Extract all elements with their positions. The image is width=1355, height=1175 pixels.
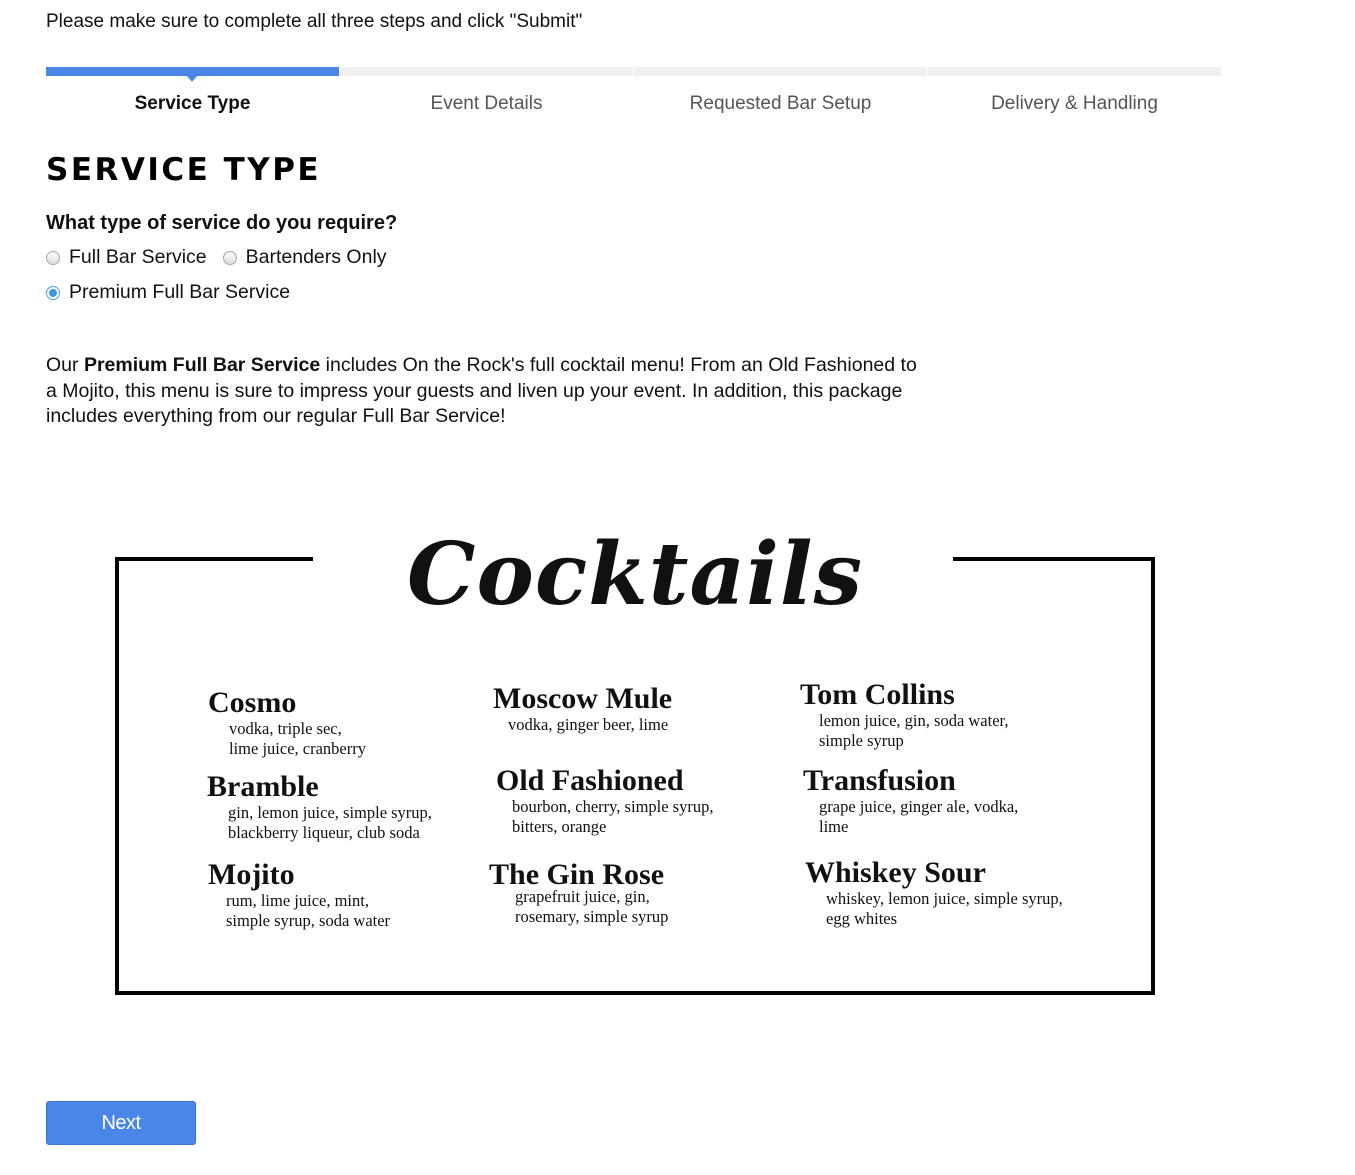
service-description: Our Premium Full Bar Service includes On… (46, 353, 926, 430)
radio-premium-full-bar-service[interactable]: Premium Full Bar Service (46, 281, 290, 304)
cocktail-name: The Gin Rose (489, 858, 665, 891)
description-highlight: Premium Full Bar Service (83, 354, 321, 376)
step-delivery-handling[interactable]: Delivery & Handling (928, 67, 1221, 117)
service-question: What type of service do you require? (46, 212, 398, 234)
cocktail-ingredients: rum, lime juice, mint, simple syrup, sod… (226, 891, 391, 930)
step-bar (340, 67, 633, 76)
cocktail-name: Cosmo (208, 686, 297, 719)
instructions-text: Please make sure to complete all three s… (46, 11, 583, 32)
step-bar (634, 67, 927, 76)
service-options-row: Full Bar Service Bartenders Only (46, 246, 403, 269)
cocktail-item: Whiskey Sour whiskey, lemon juice, simpl… (805, 858, 1063, 929)
radio-button[interactable] (222, 250, 237, 265)
cocktail-ingredients: vodka, ginger beer, lime (508, 715, 669, 734)
cocktail-ingredients: bourbon, cherry, simple syrup, bitters, … (512, 797, 714, 836)
step-label: Requested Bar Setup (689, 93, 872, 114)
cocktail-item: The Gin Rose grapefruit juice, gin, rose… (489, 860, 668, 927)
cocktail-item: Tom Collins lemon juice, gin, soda water… (800, 680, 1009, 751)
radio-button[interactable] (46, 250, 60, 265)
step-label: Delivery & Handling (991, 93, 1158, 114)
service-options-row: Premium Full Bar Service (46, 281, 306, 304)
cocktail-ingredients: grape juice, ginger ale, vodka, lime (819, 797, 1019, 836)
cocktail-item: Transfusion grape juice, ginger ale, vod… (803, 766, 1018, 837)
step-event-details[interactable]: Event Details (340, 67, 633, 117)
cocktail-name: Bramble (207, 770, 319, 803)
radio-label: Full Bar Service (69, 246, 207, 268)
active-step-pointer-icon (186, 75, 198, 82)
menu-title: Cocktails (407, 524, 863, 625)
step-bar (928, 67, 1221, 76)
radio-bartenders-only[interactable]: Bartenders Only (222, 246, 387, 269)
cocktail-item: Cosmo vodka, triple sec, lime juice, cra… (208, 688, 366, 759)
progress-steps: Service Type Event Details Requested Bar… (46, 67, 1222, 117)
cocktail-ingredients: whiskey, lemon juice, simple syrup, egg … (826, 889, 1063, 928)
cocktail-item: Mojito rum, lime juice, mint, simple syr… (208, 860, 390, 931)
step-label: Event Details (430, 93, 543, 114)
step-service-type[interactable]: Service Type (46, 67, 339, 117)
radio-full-bar-service[interactable]: Full Bar Service (46, 246, 207, 269)
step-label: Service Type (134, 93, 251, 114)
radio-button-checked[interactable] (46, 285, 60, 300)
cocktail-ingredients: gin, lemon juice, simple syrup, blackber… (228, 803, 432, 842)
next-button[interactable]: Next (46, 1101, 196, 1145)
section-heading: SERVICE TYPE (46, 152, 322, 188)
description-prefix: Our (46, 354, 84, 376)
cocktail-item: Old Fashioned bourbon, cherry, simple sy… (496, 766, 713, 837)
step-requested-bar-setup[interactable]: Requested Bar Setup (634, 67, 927, 117)
radio-label: Premium Full Bar Service (69, 281, 291, 303)
cocktail-menu-image: Cocktails Cosmo vodka, triple sec, lime … (115, 520, 1157, 998)
cocktail-name: Mojito (208, 858, 295, 891)
cocktail-name: Old Fashioned (496, 764, 684, 797)
cocktail-ingredients: grapefruit juice, gin, rosemary, simple … (515, 887, 669, 926)
cocktail-item: Moscow Mule vodka, ginger beer, lime (493, 684, 672, 735)
cocktail-item: Bramble gin, lemon juice, simple syrup, … (207, 772, 432, 843)
cocktail-name: Moscow Mule (493, 682, 673, 715)
cocktail-name: Transfusion (803, 764, 956, 797)
cocktail-ingredients: vodka, triple sec, lime juice, cranberry (229, 719, 366, 758)
radio-label: Bartenders Only (245, 246, 387, 268)
cocktail-ingredients: lemon juice, gin, soda water, simple syr… (819, 711, 1009, 750)
cocktail-name: Whiskey Sour (805, 856, 986, 889)
cocktail-name: Tom Collins (800, 678, 955, 711)
